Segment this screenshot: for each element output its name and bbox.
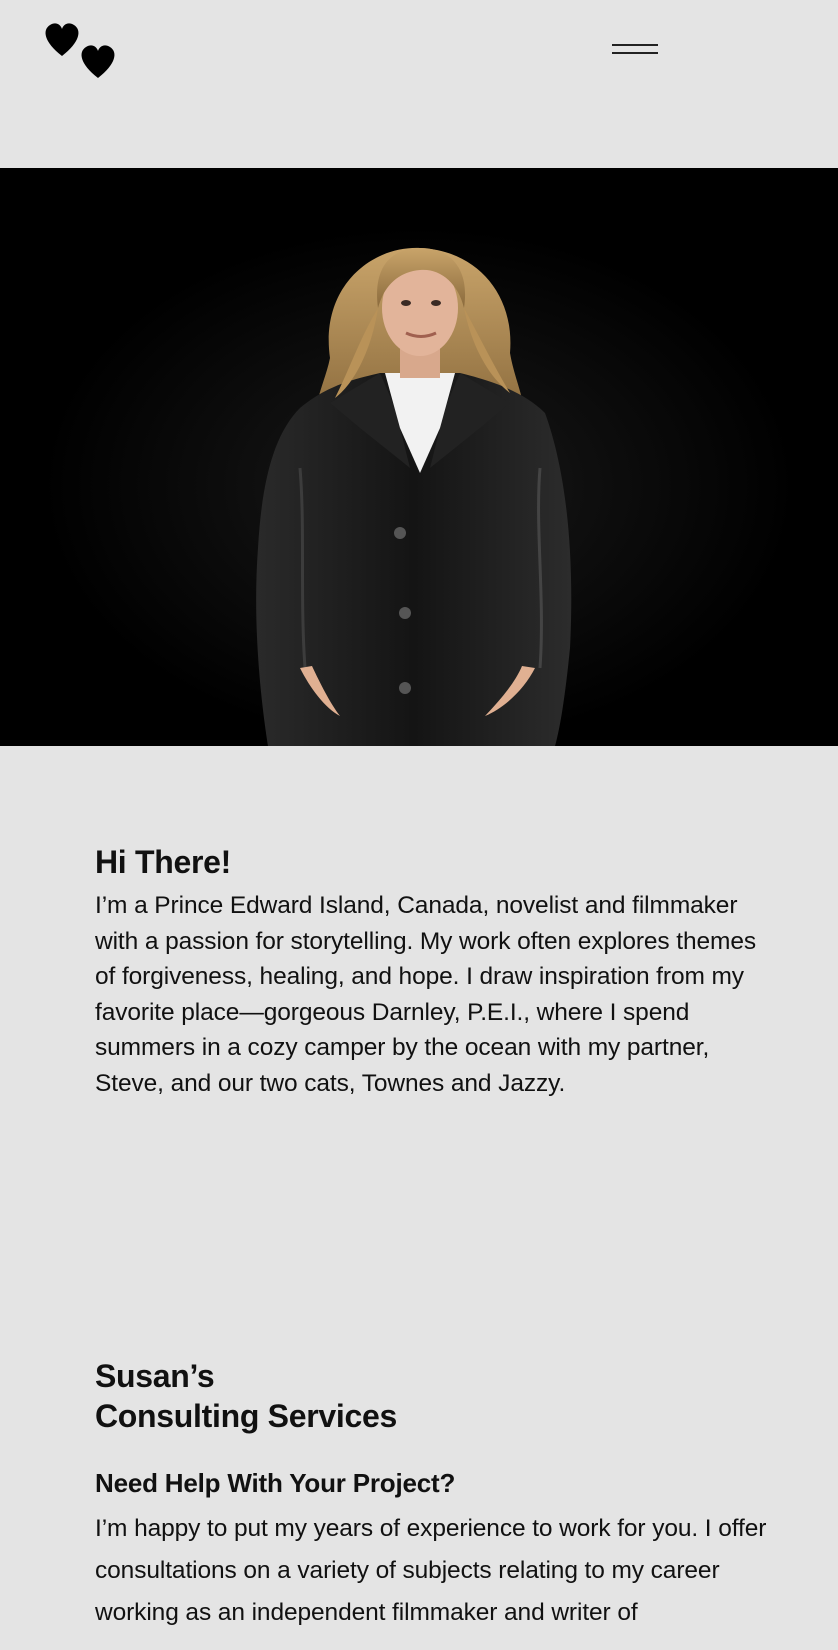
services-heading-line1: Susan’s [95,1358,215,1394]
services-heading-line2: Consulting Services [95,1398,397,1434]
menu-line-icon [612,44,658,46]
site-header [0,0,838,168]
services-section: Susan’s Consulting Services Need Help Wi… [95,1356,775,1634]
menu-line-icon [612,52,658,54]
intro-paragraph: I’m a Prince Edward Island, Canada, nove… [95,892,757,1097]
intro-heading: Hi There! [95,844,231,880]
intro-section: Hi There! I’m a Prince Edward Island, Ca… [95,842,775,1101]
services-paragraph: I’m happy to put my years of experience … [95,1515,767,1626]
menu-button[interactable] [612,40,658,60]
portrait-image [0,168,838,746]
services-subheading: Need Help With Your Project? [95,1468,456,1498]
hero-image [0,168,838,746]
services-heading: Susan’s Consulting Services [95,1356,775,1436]
heart-logo-icon [45,23,115,78]
site-logo[interactable] [42,20,118,78]
